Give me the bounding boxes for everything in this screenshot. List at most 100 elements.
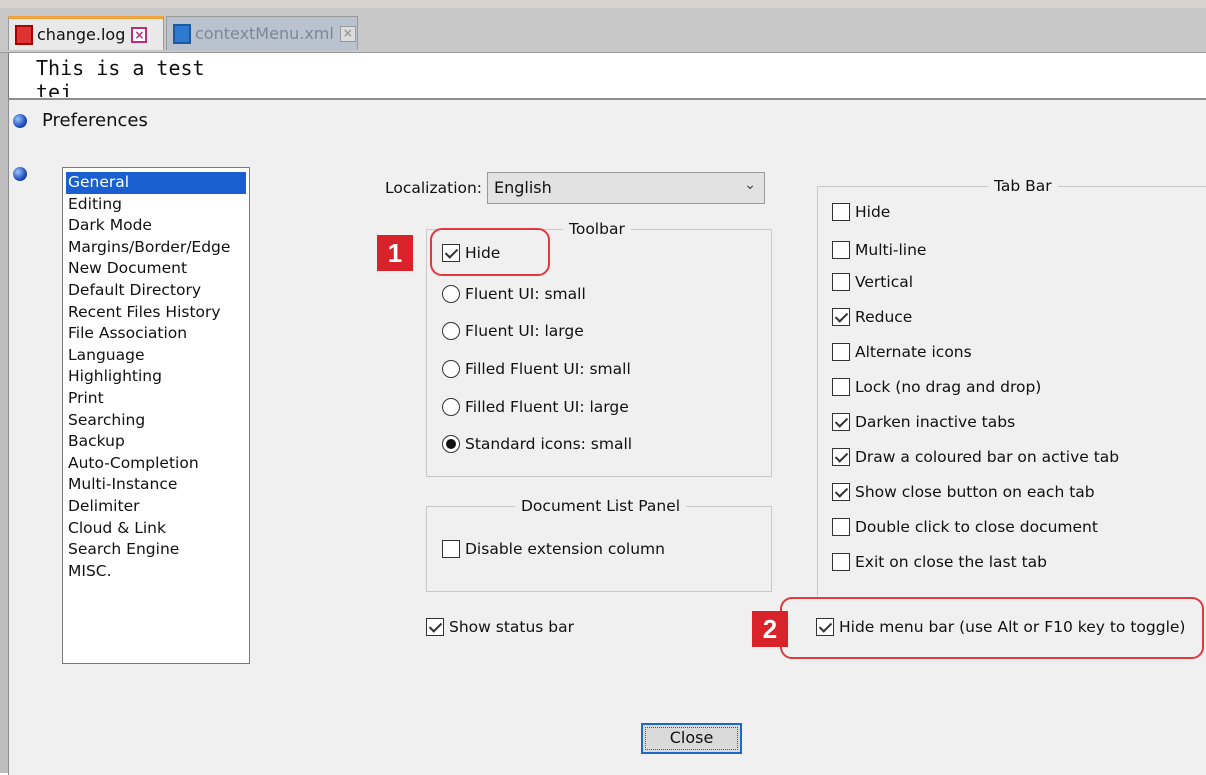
checkbox-label: Double click to close document [855,518,1098,536]
checkbox[interactable] [832,308,850,326]
checkbox[interactable] [832,518,850,536]
focus-rect [645,727,738,750]
tabbar-option[interactable]: Darken inactive tabs [832,413,1015,431]
tab-change-log[interactable]: change.log × [8,16,164,50]
checkbox-label: Lock (no drag and drop) [855,378,1042,396]
category-item[interactable]: Highlighting [66,366,246,388]
editor-line: tej [36,80,73,97]
category-item[interactable]: Language [66,345,246,367]
file-icon [15,24,33,45]
category-item[interactable]: Dark Mode [66,215,246,237]
dialog-title: Preferences [42,110,148,131]
checkbox[interactable] [442,540,460,558]
checkbox[interactable] [832,413,850,431]
radio-button[interactable] [442,360,460,378]
radio-label: Fluent UI: small [465,285,586,303]
radio-button[interactable] [442,398,460,416]
tab-bar-group-title: Tab Bar [988,177,1058,195]
radio-button[interactable] [442,322,460,340]
app-icon [13,114,27,128]
category-item[interactable]: Recent Files History [66,302,246,324]
localization-label: Localization: [385,179,483,197]
tabbar-option[interactable]: Show close button on each tab [832,483,1095,501]
category-item[interactable]: Default Directory [66,280,246,302]
checkbox-label: Disable extension column [465,540,665,558]
editor-line: This is a test [36,56,205,80]
category-item[interactable]: Auto-Completion [66,453,246,475]
tab-context-menu-xml[interactable]: contextMenu.xml × [166,16,358,50]
tab-label: change.log [37,25,126,44]
tabbar-option[interactable]: Hide [832,203,890,221]
tabbar-option[interactable]: Reduce [832,308,912,326]
close-tab-icon[interactable]: × [131,26,148,43]
toolbar-hide-checkbox[interactable]: Hide [442,244,500,262]
checkbox[interactable] [832,241,850,259]
category-item[interactable]: Multi-Instance [66,474,246,496]
category-item[interactable]: MISC. [66,561,246,583]
checkbox[interactable] [426,618,444,636]
callout-badge-1: 1 [377,235,413,271]
category-item[interactable]: Search Engine [66,539,246,561]
tab-label: contextMenu.xml [195,24,334,43]
tabbar-option[interactable]: Draw a coloured bar on active tab [832,448,1119,466]
document-list-title: Document List Panel [515,497,687,515]
tabbar-option[interactable]: Lock (no drag and drop) [832,378,1041,396]
checkbox-label: Vertical [855,273,914,291]
checkbox[interactable] [832,448,850,466]
checkbox-label: Multi-line [855,241,927,259]
category-item[interactable]: New Document [66,258,246,280]
checkbox[interactable] [832,483,850,501]
tabbar-option[interactable]: Multi-line [832,241,926,259]
checkbox-label: Hide menu bar (use Alt or F10 key to tog… [839,618,1186,636]
radio-label: Fluent UI: large [465,322,584,340]
checkbox-label: Hide [855,203,891,221]
hide-menu-bar-checkbox[interactable]: Hide menu bar (use Alt or F10 key to tog… [816,618,1185,636]
category-item[interactable]: Delimiter [66,496,246,518]
category-item[interactable]: Print [66,388,246,410]
category-item[interactable]: Cloud & Link [66,518,246,540]
show-status-bar-checkbox[interactable]: Show status bar [426,618,574,636]
radio-button[interactable] [442,285,460,303]
toolbar-option[interactable]: Filled Fluent UI: small [442,360,631,378]
close-tab-icon[interactable]: × [339,25,356,42]
disable-extension-checkbox[interactable]: Disable extension column [442,540,665,558]
toolbar-option[interactable]: Fluent UI: small [442,285,586,303]
tabbar-option[interactable]: Vertical [832,273,913,291]
checkbox-label: Alternate icons [855,343,972,361]
close-button[interactable]: Close [641,723,742,754]
checkbox[interactable] [816,618,834,636]
chevron-down-icon: ⌄ [744,177,756,193]
toolbar-option-selected[interactable]: Standard icons: small [442,435,632,453]
category-list[interactable]: General Editing Dark Mode Margins/Border… [62,167,250,664]
checkbox-label: Reduce [855,308,913,326]
radio-label: Filled Fluent UI: large [465,398,629,416]
category-item[interactable]: Searching [66,410,246,432]
app-icon [13,167,27,181]
category-item[interactable]: Editing [66,194,246,216]
checkbox-label: Darken inactive tabs [855,413,1016,431]
radio-label: Filled Fluent UI: small [465,360,631,378]
checkbox[interactable] [832,203,850,221]
category-item[interactable]: Backup [66,431,246,453]
category-item-general[interactable]: General [66,172,246,194]
tabbar-option[interactable]: Exit on close the last tab [832,553,1047,571]
toolbar-option[interactable]: Fluent UI: large [442,322,584,340]
tabbar-option[interactable]: Alternate icons [832,343,972,361]
radio-button[interactable] [442,435,460,453]
checkbox-label: Draw a coloured bar on active tab [855,448,1120,466]
radio-label: Standard icons: small [465,435,633,453]
toolbar-option[interactable]: Filled Fluent UI: large [442,398,629,416]
checkbox[interactable] [832,553,850,571]
text-editor[interactable]: This is a test tej [10,53,1206,99]
checkbox-label: Exit on close the last tab [855,553,1048,571]
tabbar-option[interactable]: Double click to close document [832,518,1098,536]
checkbox[interactable] [832,378,850,396]
checkbox[interactable] [832,343,850,361]
checkbox-label: Hide [465,244,501,262]
category-item[interactable]: File Association [66,323,246,345]
localization-select[interactable]: English ⌄ [487,172,765,204]
checkbox[interactable] [442,244,460,262]
category-item[interactable]: Margins/Border/Edge [66,237,246,259]
checkbox[interactable] [832,273,850,291]
file-icon [173,23,191,44]
